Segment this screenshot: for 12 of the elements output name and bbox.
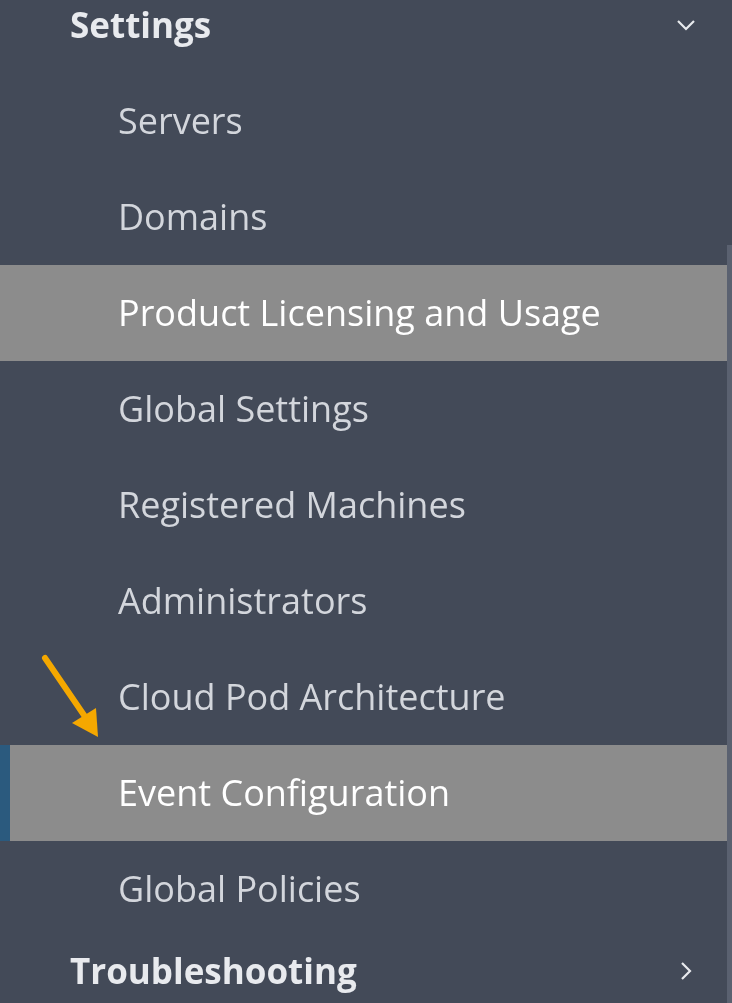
nav-item[interactable]: Event Configuration — [0, 745, 727, 841]
nav-item[interactable]: Registered Machines — [0, 457, 727, 553]
scrollbar-thumb[interactable] — [727, 245, 732, 1003]
nav-section-header[interactable]: Settings — [0, 0, 727, 73]
nav-item[interactable]: Global Policies — [0, 841, 727, 937]
nav-item[interactable]: Administrators — [0, 553, 727, 649]
nav-section-header[interactable]: Troubleshooting — [0, 937, 727, 1003]
nav-item[interactable]: Product Licensing and Usage — [0, 265, 727, 361]
nav-item[interactable]: Servers — [0, 73, 727, 169]
nav-item[interactable]: Domains — [0, 169, 727, 265]
nav-item[interactable]: Global Settings — [0, 361, 727, 457]
nav-item[interactable]: Cloud Pod Architecture — [0, 649, 727, 745]
